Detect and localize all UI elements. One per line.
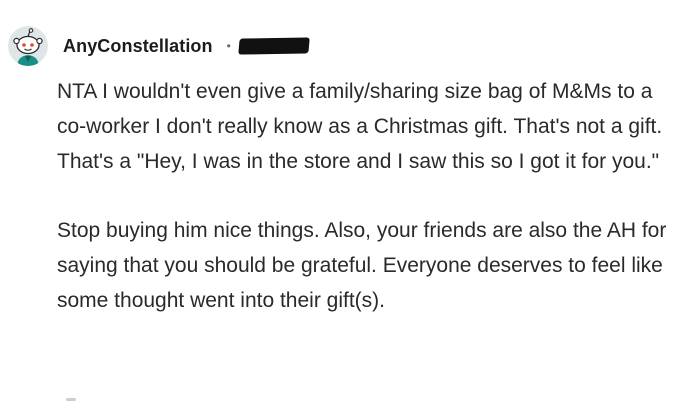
cutoff-action-hint xyxy=(66,398,76,401)
comment-header: AnyConstellation • xyxy=(8,24,310,68)
comment-author[interactable]: AnyConstellation xyxy=(63,36,213,57)
reddit-snoo-avatar-icon xyxy=(8,26,48,66)
comment-paragraph-1: NTA I wouldn't even give a family/sharin… xyxy=(57,80,663,173)
user-avatar[interactable] xyxy=(8,26,48,66)
comment-card: AnyConstellation • NTA I wouldn't even g… xyxy=(0,0,700,402)
comment-body: NTA I wouldn't even give a family/sharin… xyxy=(57,74,687,318)
meta-separator: • xyxy=(226,39,231,53)
redacted-timestamp xyxy=(238,37,310,55)
comment-paragraph-2: Stop buying him nice things. Also, your … xyxy=(57,219,667,312)
